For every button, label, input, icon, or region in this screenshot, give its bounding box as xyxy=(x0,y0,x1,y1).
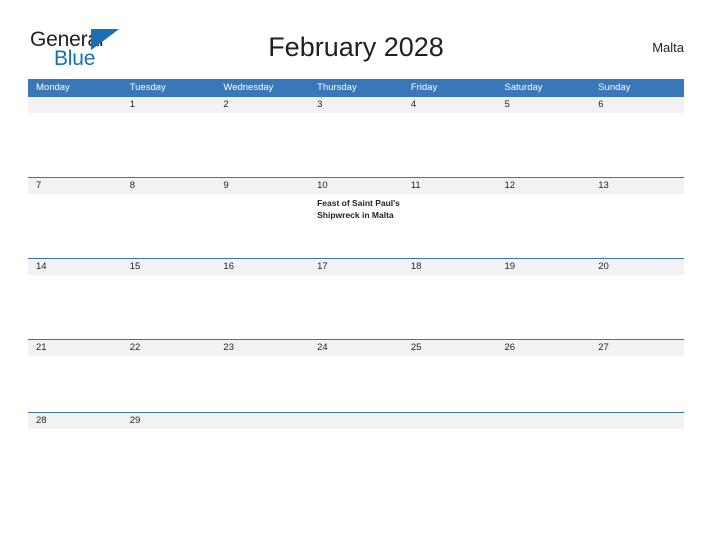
event-slot xyxy=(122,194,216,221)
day-cell[interactable] xyxy=(215,413,309,429)
weekday-header-thursday: Thursday xyxy=(317,82,357,93)
event-slot xyxy=(309,275,403,279)
event-slot-holiday: Feast of Saint Paul's Shipwreck in Malta xyxy=(309,194,403,221)
weekday-header-sunday: Sunday xyxy=(598,82,631,93)
event-slot xyxy=(309,113,403,117)
event-slot xyxy=(590,275,684,279)
date-number-band: 21 22 23 24 25 26 27 xyxy=(28,340,684,356)
event-slot xyxy=(309,356,403,360)
event-layer xyxy=(28,275,684,279)
day-cell[interactable]: 21 xyxy=(28,340,122,356)
date-number-band: 7 8 9 10 11 12 13 xyxy=(28,178,684,194)
event-slot xyxy=(403,194,497,221)
event-slot xyxy=(403,113,497,117)
day-cell[interactable] xyxy=(309,413,403,429)
event-slot xyxy=(122,275,216,279)
event-slot xyxy=(28,356,122,360)
day-cell[interactable] xyxy=(590,413,684,429)
weekday-header-monday: Monday xyxy=(36,82,70,93)
day-cell[interactable]: 22 xyxy=(122,340,216,356)
day-cell[interactable]: 29 xyxy=(122,413,216,429)
event-slot xyxy=(122,113,216,117)
event-slot xyxy=(497,194,591,221)
day-cell[interactable]: 26 xyxy=(497,340,591,356)
day-cell[interactable]: 5 xyxy=(497,97,591,113)
event-layer: Feast of Saint Paul's Shipwreck in Malta xyxy=(28,194,684,221)
week-row: 7 8 9 10 11 12 13 Feast of Saint Paul's … xyxy=(28,177,684,258)
weekday-header-row: Monday Tuesday Wednesday Thursday Friday… xyxy=(28,79,684,96)
day-cell[interactable]: 19 xyxy=(497,259,591,275)
day-cell[interactable]: 10 xyxy=(309,178,403,194)
date-number-band: 14 15 16 17 18 19 20 xyxy=(28,259,684,275)
event-slot xyxy=(215,356,309,360)
week-row: 21 22 23 24 25 26 27 xyxy=(28,339,684,412)
event-slot xyxy=(215,113,309,117)
day-cell[interactable]: 9 xyxy=(215,178,309,194)
day-cell[interactable]: 12 xyxy=(497,178,591,194)
weekday-header-wednesday: Wednesday xyxy=(223,82,274,93)
day-cell[interactable] xyxy=(497,413,591,429)
event-slot xyxy=(497,356,591,360)
day-cell[interactable]: 6 xyxy=(590,97,684,113)
locale-label: Malta xyxy=(652,40,684,55)
day-cell[interactable] xyxy=(403,413,497,429)
day-cell[interactable]: 20 xyxy=(590,259,684,275)
event-layer xyxy=(28,356,684,360)
event-text: Feast of Saint Paul's Shipwreck in Malta xyxy=(317,198,400,220)
day-cell[interactable]: 17 xyxy=(309,259,403,275)
event-slot xyxy=(122,356,216,360)
day-cell[interactable]: 27 xyxy=(590,340,684,356)
date-number-band: 1 2 3 4 5 6 xyxy=(28,97,684,113)
day-cell[interactable]: 28 xyxy=(28,413,122,429)
event-slot xyxy=(590,356,684,360)
event-slot xyxy=(590,113,684,117)
weekday-header-tuesday: Tuesday xyxy=(129,82,166,93)
day-cell[interactable] xyxy=(28,97,122,113)
week-row: 14 15 16 17 18 19 20 xyxy=(28,258,684,339)
day-cell[interactable]: 16 xyxy=(215,259,309,275)
weekday-header-saturday: Saturday xyxy=(504,82,543,93)
event-slot xyxy=(28,113,122,117)
week-row: 28 29 xyxy=(28,412,684,430)
day-cell[interactable]: 11 xyxy=(403,178,497,194)
day-cell[interactable]: 24 xyxy=(309,340,403,356)
event-slot xyxy=(28,194,122,221)
event-slot xyxy=(403,356,497,360)
event-slot xyxy=(497,275,591,279)
date-number-band: 28 29 xyxy=(28,413,684,429)
calendar-grid: Monday Tuesday Wednesday Thursday Friday… xyxy=(28,79,684,430)
day-cell[interactable]: 8 xyxy=(122,178,216,194)
day-cell[interactable]: 23 xyxy=(215,340,309,356)
event-slot xyxy=(403,275,497,279)
day-cell[interactable]: 13 xyxy=(590,178,684,194)
day-cell[interactable]: 2 xyxy=(215,97,309,113)
weekday-header-friday: Friday xyxy=(410,82,438,93)
event-slot xyxy=(497,113,591,117)
event-layer xyxy=(28,113,684,117)
calendar-page: General Blue February 2028 Malta Monday … xyxy=(0,0,712,550)
day-cell[interactable]: 18 xyxy=(403,259,497,275)
day-cell[interactable]: 15 xyxy=(122,259,216,275)
day-cell[interactable]: 25 xyxy=(403,340,497,356)
event-slot xyxy=(590,194,684,221)
week-row: 1 2 3 4 5 6 xyxy=(28,96,684,177)
page-header: General Blue February 2028 Malta xyxy=(28,22,684,74)
event-slot xyxy=(215,194,309,221)
day-cell[interactable]: 3 xyxy=(309,97,403,113)
day-cell[interactable]: 4 xyxy=(403,97,497,113)
event-slot xyxy=(215,275,309,279)
page-title: February 2028 xyxy=(268,32,444,62)
day-cell[interactable]: 14 xyxy=(28,259,122,275)
event-slot xyxy=(28,275,122,279)
day-cell[interactable]: 7 xyxy=(28,178,122,194)
day-cell[interactable]: 1 xyxy=(122,97,216,113)
